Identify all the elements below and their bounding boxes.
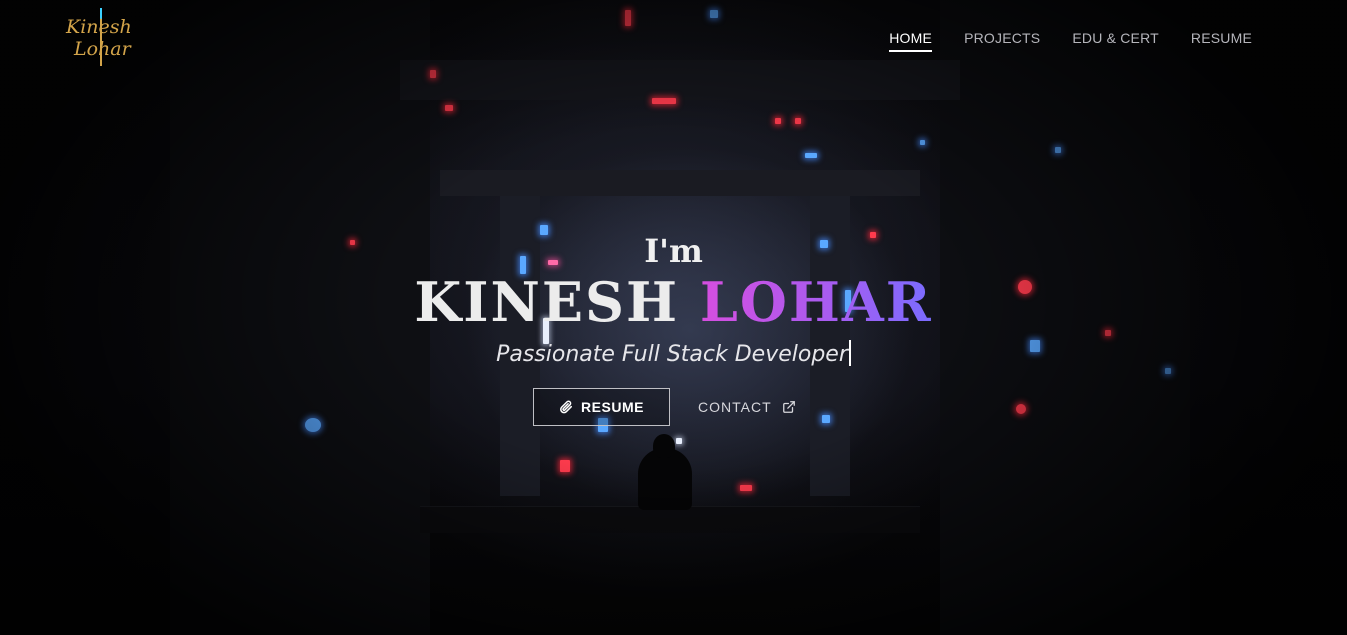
resume-button-label: RESUME xyxy=(581,399,644,415)
neon-light xyxy=(1016,404,1026,414)
neon-light xyxy=(676,438,682,444)
contact-button-label: CONTACT xyxy=(698,399,772,415)
neon-light xyxy=(805,153,817,158)
neon-light xyxy=(430,70,436,78)
neon-light xyxy=(1165,368,1171,374)
neon-light xyxy=(822,415,830,423)
hero-last-name: LOHAR xyxy=(699,270,933,334)
neon-light xyxy=(560,460,570,472)
contact-button[interactable]: CONTACT xyxy=(698,388,796,426)
neon-light xyxy=(795,118,801,124)
brand-logo-line2: Lohar xyxy=(74,38,131,60)
hero-background: Kinesh Lohar HOME PROJECTS EDU & CERT RE… xyxy=(0,0,1347,635)
typing-cursor xyxy=(848,340,851,366)
background-ledge xyxy=(420,506,920,533)
nav-projects[interactable]: PROJECTS xyxy=(964,30,1040,52)
brand-logo[interactable]: Kinesh Lohar xyxy=(64,8,136,72)
neon-light xyxy=(1055,147,1061,153)
hero-tagline: Passionate Full Stack Developer xyxy=(0,340,1347,367)
nav-home[interactable]: HOME xyxy=(889,30,932,52)
hero-name: KINESH LOHAR xyxy=(0,270,1347,334)
neon-light xyxy=(710,10,718,18)
neon-light xyxy=(305,418,321,432)
brand-logo-line1: Kinesh xyxy=(66,16,132,38)
main-nav: HOME PROJECTS EDU & CERT RESUME xyxy=(889,30,1252,52)
neon-light xyxy=(652,98,676,104)
nav-resume[interactable]: RESUME xyxy=(1191,30,1252,52)
external-link-icon xyxy=(782,400,796,414)
paperclip-icon xyxy=(559,400,573,414)
hero-tagline-text: Passionate Full Stack Developer xyxy=(496,342,848,367)
hero-first-name: KINESH xyxy=(414,270,680,334)
background-bridge-mid xyxy=(440,170,920,196)
nav-edu-cert[interactable]: EDU & CERT xyxy=(1072,30,1159,52)
neon-light xyxy=(445,105,453,111)
neon-light xyxy=(625,10,631,26)
neon-light xyxy=(775,118,781,124)
hooded-figure-silhouette xyxy=(638,434,692,510)
neon-light xyxy=(920,140,925,145)
neon-light xyxy=(740,485,752,491)
background-bridge-top xyxy=(400,60,960,100)
hero-intro: I'm xyxy=(644,232,703,270)
resume-button[interactable]: RESUME xyxy=(533,388,670,426)
